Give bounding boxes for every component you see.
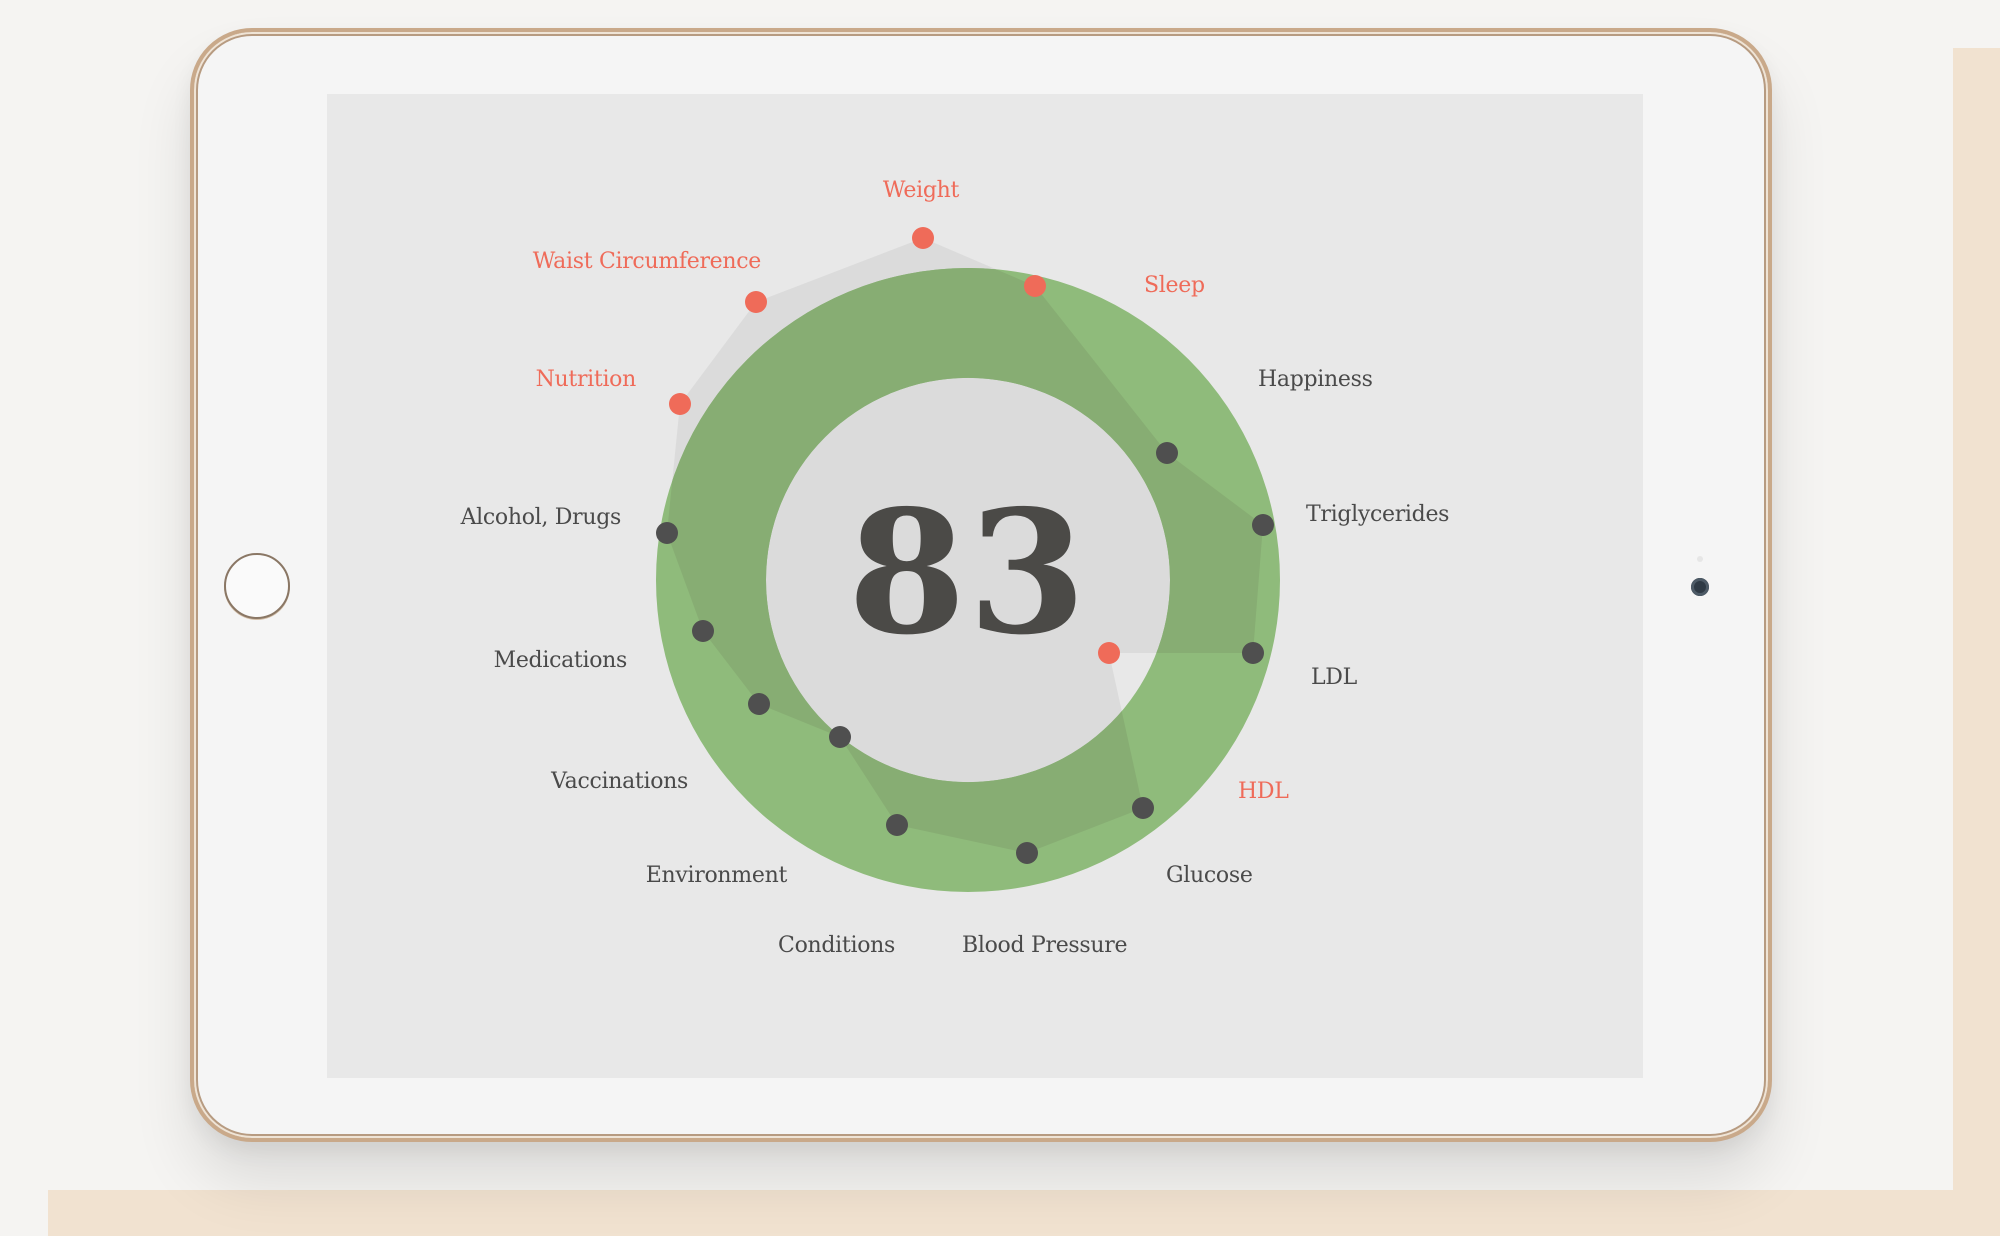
- metric-label-glucose[interactable]: Glucose: [1166, 863, 1253, 888]
- metric-label-waist-circumference[interactable]: Waist Circumference: [533, 249, 762, 274]
- metric-label-sleep[interactable]: Sleep: [1144, 273, 1205, 298]
- metric-point-sleep[interactable]: [1024, 275, 1046, 297]
- metric-label-happiness[interactable]: Happiness: [1258, 367, 1373, 392]
- metric-label-hdl[interactable]: HDL: [1238, 779, 1290, 804]
- metric-point-triglycerides[interactable]: [1252, 514, 1274, 536]
- metric-point-nutrition[interactable]: [669, 393, 691, 415]
- metric-label-weight[interactable]: Weight: [883, 178, 960, 203]
- health-score-wheel: Weight Sleep Happiness Triglycerides LDL HDL G…: [460, 178, 1450, 958]
- metric-point-environment[interactable]: [829, 726, 851, 748]
- metric-label-ldl[interactable]: LDL: [1311, 665, 1358, 690]
- metric-point-hdl[interactable]: [1098, 642, 1120, 664]
- metric-label-alcohol-drugs[interactable]: Alcohol, Drugs: [460, 505, 622, 530]
- metric-label-triglycerides[interactable]: Triglycerides: [1306, 502, 1449, 527]
- metric-point-vaccinations[interactable]: [748, 693, 770, 715]
- metric-label-medications[interactable]: Medications: [494, 648, 628, 673]
- metric-label-vaccinations[interactable]: Vaccinations: [550, 769, 688, 794]
- metric-label-conditions[interactable]: Conditions: [778, 933, 895, 958]
- metric-point-glucose[interactable]: [1132, 797, 1154, 819]
- metric-point-happiness[interactable]: [1156, 442, 1178, 464]
- metric-point-blood-pressure[interactable]: [1016, 842, 1038, 864]
- metric-point-ldl[interactable]: [1242, 642, 1264, 664]
- metric-label-nutrition[interactable]: Nutrition: [536, 367, 637, 392]
- metric-point-alcohol-drugs[interactable]: [656, 522, 678, 544]
- metric-point-medications[interactable]: [692, 620, 714, 642]
- metric-point-conditions[interactable]: [886, 814, 908, 836]
- metric-point-waist-circumference[interactable]: [745, 291, 767, 313]
- overall-score: 83: [848, 473, 1089, 673]
- metric-label-environment[interactable]: Environment: [646, 863, 788, 888]
- metric-point-weight[interactable]: [912, 227, 934, 249]
- metric-label-blood-pressure[interactable]: Blood Pressure: [962, 933, 1128, 958]
